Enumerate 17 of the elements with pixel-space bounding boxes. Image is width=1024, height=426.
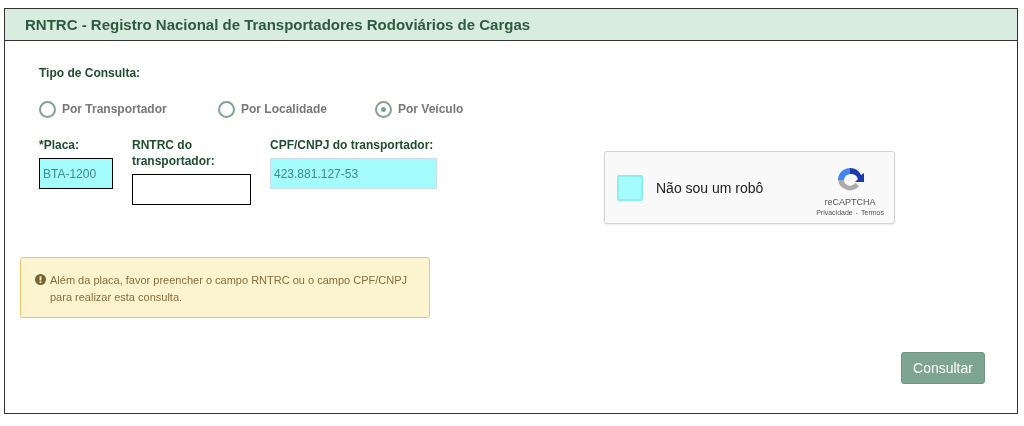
field-label: *Placa: [39, 137, 81, 153]
submit-button[interactable]: Consultar [901, 352, 985, 384]
field-label: CPF/CNPJ do transportador: [270, 137, 435, 153]
panel-title: RNTRC - Registro Nacional de Transportadores Rodoviários de Cargas [25, 16, 531, 33]
checkbox[interactable] [617, 174, 643, 201]
captcha-label: Não sou um robô [656, 179, 765, 196]
alert-text: Além da placa, favor preencher o campo RNTRC ou o campo CPF/CNPJ para realizar esta consulta. [50, 273, 409, 305]
captcha-brand: reCAPTCHA [824, 197, 876, 207]
exclamation-icon [35, 274, 46, 285]
radio-option[interactable]: Por Transportador [39, 100, 218, 118]
input-field[interactable] [132, 174, 251, 205]
radio-option[interactable]: Por Veículo [375, 100, 464, 118]
input-field[interactable]: BTA-1200 [39, 158, 113, 189]
field-label: Tipo de Consulta: [39, 66, 142, 80]
input-field[interactable]: 423.881.127-53 [270, 158, 437, 189]
radio-option[interactable]: Por Localidade [218, 100, 375, 118]
field-label: RNTRC do transportador: [132, 137, 216, 169]
